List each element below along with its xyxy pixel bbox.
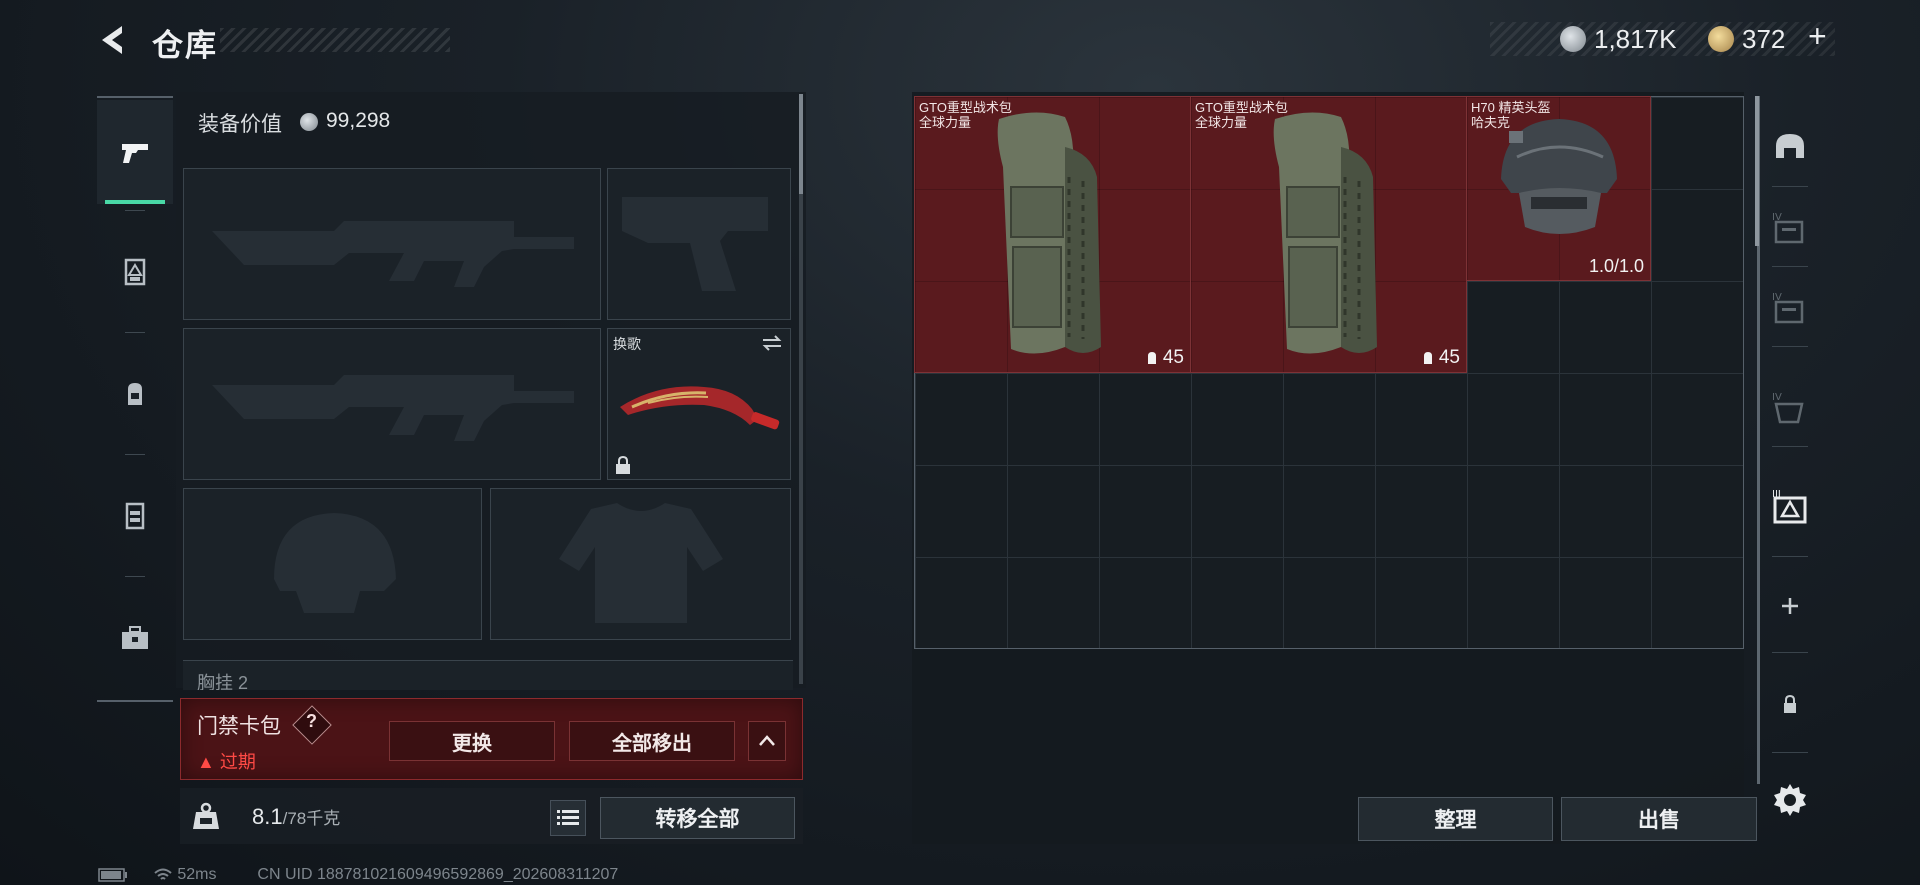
tab-warehouse-4-a[interactable]: IV <box>1762 200 1818 256</box>
carry-weight: 8.1/78千克 <box>252 804 340 830</box>
card-pack-expired-status: ▲ 过期 <box>197 752 256 772</box>
back-arrow-icon <box>102 26 122 54</box>
item-brand: 全球力量 <box>919 115 972 130</box>
page-title: 仓库 <box>152 28 218 63</box>
vest-icon <box>125 502 145 530</box>
backpack-capacity-icon <box>1147 352 1156 364</box>
svg-text:IV: IV <box>1772 392 1782 403</box>
silver-coin-icon <box>1560 26 1586 52</box>
tab-armor[interactable] <box>97 220 173 324</box>
replace-button[interactable]: 更换 <box>389 721 555 761</box>
right-tab-scrollbar[interactable] <box>1755 96 1759 246</box>
wifi-icon <box>154 868 172 880</box>
helmet-icon <box>1776 134 1804 158</box>
item-durability: 1.0/1.0 <box>1588 256 1644 276</box>
carry-weight-current: 8.1 <box>252 804 283 829</box>
toolbox-icon <box>122 626 148 649</box>
item-capacity-value: 45 <box>1162 347 1184 368</box>
warehouse-item-helmet[interactable]: H70 精英头盔 哈夫克 1.0/1.0 <box>1466 96 1651 281</box>
ping-value: 52ms <box>177 866 217 883</box>
rifle-silhouette-icon <box>212 375 574 441</box>
body-armor-slot[interactable] <box>490 488 791 640</box>
pistol-silhouette-icon <box>622 197 768 291</box>
list-icon <box>557 810 579 825</box>
warehouse-3-active-icon: III <box>1772 489 1807 524</box>
list-view-button[interactable] <box>550 800 586 836</box>
warehouse-item-backpack-2[interactable]: GTO重型战术包 全球力量 45 <box>1190 96 1467 373</box>
warehouse-4-a-icon: IV <box>1772 212 1804 244</box>
tab-weapons[interactable] <box>97 100 173 204</box>
pistol-icon <box>122 144 148 163</box>
settings-gear-icon[interactable] <box>1770 780 1810 820</box>
item-name: GTO重型战术包 全球力量 <box>1195 100 1288 130</box>
status-bar: 52ms CN UID 188781021609496592869_202608… <box>98 866 618 884</box>
warehouse-4-b-icon: IV <box>1772 292 1804 324</box>
item-brand: 全球力量 <box>1195 115 1248 130</box>
help-icon: ? <box>306 711 317 731</box>
primary-weapon-slot-1[interactable] <box>183 168 601 320</box>
sell-button[interactable]: 出售 <box>1561 797 1757 841</box>
currency-gold-value: 372 <box>1742 24 1786 54</box>
armor-icon <box>124 258 146 286</box>
equip-value-label: 装备价值 <box>198 113 282 136</box>
silver-coin-icon <box>300 113 318 131</box>
currency-silver-value: 1,817K <box>1594 24 1677 54</box>
carry-weight-max: /78千克 <box>282 809 341 828</box>
shirt-silhouette-icon <box>559 503 723 623</box>
warehouse-4-c-icon: IV <box>1772 392 1804 424</box>
transfer-all-button[interactable]: 转移全部 <box>600 797 795 839</box>
lock-icon <box>616 455 630 474</box>
collapse-button[interactable] <box>748 721 786 761</box>
helmet-silhouette-icon <box>274 513 396 613</box>
chest-rig-row[interactable]: 胸挂 2 <box>183 660 793 690</box>
kukri-knife-icon <box>620 386 780 430</box>
item-capacity-value: 45 <box>1438 347 1460 368</box>
tactical-backpack-icon <box>1273 112 1377 354</box>
warehouse-grid[interactable]: GTO重型战术包 全球力量 45 GTO重型战术包 全球力量 45 H70 精英… <box>914 96 1744 649</box>
add-icon <box>1782 598 1798 614</box>
tab-toolbox[interactable] <box>97 586 173 690</box>
primary-weapon-slot-2[interactable] <box>183 328 601 480</box>
item-brand: 哈夫克 <box>1471 115 1511 130</box>
weight-icon <box>193 802 219 829</box>
sort-button[interactable]: 整理 <box>1358 797 1553 841</box>
pistol-slot[interactable] <box>607 168 791 320</box>
back-button[interactable] <box>94 20 134 60</box>
backpack-icon <box>128 383 142 405</box>
item-name: GTO重型战术包 全球力量 <box>919 100 1012 130</box>
tab-warehouse-4-b[interactable]: IV <box>1762 280 1818 336</box>
tab-storage-main[interactable] <box>1762 120 1818 176</box>
left-tab-bar <box>97 96 173 702</box>
tab-locked[interactable] <box>1762 676 1818 732</box>
item-name-text: GTO重型战术包 <box>1195 100 1288 115</box>
item-name-text: H70 精英头盔 <box>1471 100 1551 115</box>
add-currency-button[interactable]: + <box>1808 18 1827 55</box>
melee-slot[interactable]: 换歌 <box>607 328 791 480</box>
title-stripe <box>220 28 450 52</box>
rifle-silhouette-icon <box>212 221 574 287</box>
tab-backpack[interactable] <box>97 342 173 446</box>
tactical-backpack-icon <box>997 112 1101 354</box>
item-capacity: 45 <box>1421 347 1460 369</box>
user-uid: CN UID 188781021609496592869_20260831120… <box>257 866 619 883</box>
backpack-capacity-icon <box>1423 352 1432 364</box>
tab-vest[interactable] <box>97 464 173 568</box>
chevron-up-icon <box>759 735 775 746</box>
tab-add-warehouse[interactable] <box>1762 578 1818 634</box>
gold-coin-icon <box>1708 26 1734 52</box>
tab-warehouse-4-c[interactable]: IV <box>1762 380 1818 436</box>
tab-warehouse-3-active[interactable]: III <box>1762 478 1818 534</box>
equip-value: 99,298 <box>326 109 391 132</box>
card-pack-title: 门禁卡包 <box>197 715 281 738</box>
loadout-scroll-thumb[interactable] <box>799 94 803 194</box>
battery-icon <box>98 868 127 882</box>
warehouse-item-backpack-1[interactable]: GTO重型战术包 全球力量 45 <box>914 96 1191 373</box>
lock-icon <box>1784 694 1796 713</box>
item-name-text: GTO重型战术包 <box>919 100 1012 115</box>
helmet-slot[interactable] <box>183 488 482 640</box>
item-capacity: 45 <box>1145 347 1184 369</box>
move-all-out-button[interactable]: 全部移出 <box>569 721 735 761</box>
item-name: H70 精英头盔 哈夫克 <box>1471 100 1550 130</box>
